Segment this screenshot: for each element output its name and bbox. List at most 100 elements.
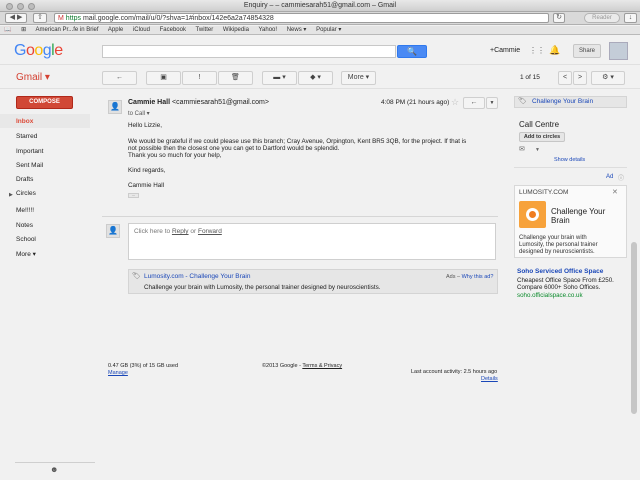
gmail-menu[interactable]: Gmail ▾	[16, 72, 50, 83]
older-button[interactable]: >	[573, 71, 587, 85]
browser-toolbar: ◀ ▶ ⇧ M https mail.google.com/mail/u/0/?…	[0, 12, 640, 25]
hangouts-icon[interactable]: ☻	[50, 465, 58, 474]
sidebar-item-circles[interactable]: Circles	[16, 190, 36, 197]
bookmarks-icon[interactable]: 📖	[4, 27, 11, 33]
address-bar[interactable]: M https mail.google.com/mail/u/0/?shva=1…	[54, 13, 549, 23]
soho-ad-title[interactable]: Soho Serviced Office Space	[517, 268, 603, 275]
sender-line: Cammie Hall <cammiesarah51@gmail.com>	[128, 99, 269, 106]
bookmark-item[interactable]: Facebook	[160, 27, 186, 33]
soho-ad-line: Compare 6000+ Soho Offices.	[517, 284, 601, 291]
account-avatar[interactable]	[609, 42, 628, 60]
inbox-highlight	[0, 114, 90, 128]
info-icon[interactable]: ⓘ	[618, 173, 624, 182]
ad-title-link[interactable]: Lumosity.com - Challenge Your Brain	[144, 273, 250, 280]
sender-avatar-icon: 👤	[108, 100, 122, 114]
bookmarks-bar: 📖 ⊞ American Pr...fe in Brief Apple iClo…	[0, 26, 640, 35]
sidebar-item-important[interactable]: Important	[16, 148, 43, 155]
scrollbar[interactable]	[631, 242, 637, 414]
lumosity-url: LUMOSITY.COM	[519, 189, 569, 196]
reply-hint-middle: or	[188, 228, 198, 235]
tag-icon: 🏷	[132, 273, 141, 280]
back-to-inbox-button[interactable]: ←	[102, 71, 137, 85]
message-body-line: Cammie Hall	[128, 182, 165, 189]
activity-details-link[interactable]: Details	[481, 376, 498, 382]
newer-button[interactable]: <	[558, 71, 572, 85]
plus-user-link[interactable]: +Cammie	[490, 47, 520, 54]
divider	[514, 167, 627, 168]
manage-storage-link[interactable]: Manage	[108, 370, 128, 376]
gmail-toolbar: Gmail ▾ ← ▣ ! 🗑 ▬ ▾ ◆ ▾ More ▾ 1 of 15 <…	[0, 64, 640, 89]
settings-button[interactable]: ⚙ ▾	[591, 71, 625, 85]
close-window-icon[interactable]	[6, 3, 13, 10]
show-details-link[interactable]: Show details	[554, 157, 585, 163]
soho-ad-url[interactable]: soho.officialspace.co.uk	[517, 292, 583, 299]
message-body-line: Thank you so much for your help,	[128, 152, 222, 159]
sidebar-item-sent[interactable]: Sent Mail	[16, 162, 43, 169]
message-more-button[interactable]: ▼	[486, 97, 498, 109]
google-logo[interactable]: Google	[14, 42, 63, 60]
bookmark-item[interactable]: iCloud	[133, 27, 150, 33]
delete-button[interactable]: 🗑	[218, 71, 253, 85]
mail-icon[interactable]: ✉	[519, 145, 525, 153]
sender-name[interactable]: Cammie Hall	[128, 99, 170, 106]
bookmark-item[interactable]: Popular ▾	[316, 27, 341, 33]
copyright: ©2013 Google - Terms & Privacy	[262, 363, 342, 369]
sidebar-item-notes[interactable]: Notes	[16, 222, 33, 229]
archive-button[interactable]: ▣	[146, 71, 181, 85]
reply-link[interactable]: Reply	[172, 228, 189, 235]
sidebar-item-school[interactable]: School	[16, 236, 36, 243]
lumosity-title[interactable]: Brain	[551, 216, 570, 225]
forward-link[interactable]: Forward	[198, 228, 222, 235]
bookmark-item[interactable]: Yahoo!	[258, 27, 277, 33]
close-icon[interactable]: ✕	[612, 188, 618, 196]
report-spam-button[interactable]: !	[182, 71, 217, 85]
bookmark-item[interactable]: News ▾	[287, 27, 307, 33]
share-button[interactable]: Share	[573, 44, 601, 58]
bookmark-item[interactable]: Wikipedia	[223, 27, 249, 33]
back-forward-buttons[interactable]: ◀ ▶	[5, 13, 27, 23]
bookmark-item[interactable]: Twitter	[196, 27, 214, 33]
sidebar-item-me[interactable]: Me!!!!!	[16, 207, 34, 214]
notifications-bell-icon[interactable]: 🔔	[549, 45, 560, 56]
labels-button[interactable]: ◆ ▾	[298, 71, 333, 85]
search-button[interactable]: 🔍	[397, 45, 427, 58]
message-body-line: not possible then the closest one you ca…	[128, 145, 340, 152]
share-page-icon[interactable]: ⇧	[33, 13, 47, 23]
divider	[102, 216, 498, 217]
lumosity-title[interactable]: Challenge Your	[551, 207, 605, 216]
soho-ad-line: Cheapest Office Space From £250.	[517, 277, 614, 284]
lumosity-desc: Lumosity, the personal trainer	[519, 242, 598, 248]
move-to-button[interactable]: ▬ ▾	[262, 71, 297, 85]
terms-privacy-link[interactable]: Terms & Privacy	[302, 363, 342, 369]
downloads-icon[interactable]: ↓	[624, 13, 637, 23]
search-input[interactable]	[102, 45, 396, 58]
apps-grid-icon[interactable]: ⋮⋮	[529, 46, 545, 55]
refresh-icon[interactable]: ↻	[553, 13, 565, 23]
sidebar-item-drafts[interactable]: Drafts	[16, 176, 33, 183]
sidebar-item-inbox[interactable]: Inbox	[16, 118, 33, 125]
add-to-circles-button[interactable]: Add to circles	[519, 132, 565, 142]
right-tag-link[interactable]: Challenge Your Brain	[532, 98, 593, 105]
recipient-line[interactable]: to Call ▾	[128, 110, 150, 117]
ads-label: Ads – Why this ad?	[446, 274, 493, 280]
minimize-window-icon[interactable]	[17, 3, 24, 10]
top-sites-icon[interactable]: ⊞	[21, 27, 26, 33]
expand-arrow-icon[interactable]: ▶	[9, 192, 13, 198]
zoom-window-icon[interactable]	[28, 3, 35, 10]
compose-button[interactable]: COMPOSE	[16, 96, 73, 109]
ad-label[interactable]: Ad	[606, 174, 613, 180]
sidebar-item-more[interactable]: More ▾	[16, 250, 36, 258]
why-this-ad-link[interactable]: Why this ad?	[462, 274, 494, 280]
more-actions-button[interactable]: More ▾	[341, 71, 376, 85]
bookmark-item[interactable]: American Pr...fe in Brief	[36, 27, 99, 33]
star-icon[interactable]: ☆	[451, 97, 459, 108]
message-pager: 1 of 15	[520, 74, 540, 81]
bookmark-item[interactable]: Apple	[108, 27, 123, 33]
sidebar-item-starred[interactable]: Starred	[16, 133, 37, 140]
reply-button[interactable]: ←	[463, 97, 485, 109]
show-trimmed-content-button[interactable]: ···	[128, 193, 139, 198]
chevron-down-icon[interactable]: ▼	[535, 147, 540, 153]
reader-button[interactable]: Reader	[584, 13, 620, 23]
contact-name[interactable]: Call Centre	[519, 120, 559, 129]
ads-prefix: Ads –	[446, 274, 462, 280]
